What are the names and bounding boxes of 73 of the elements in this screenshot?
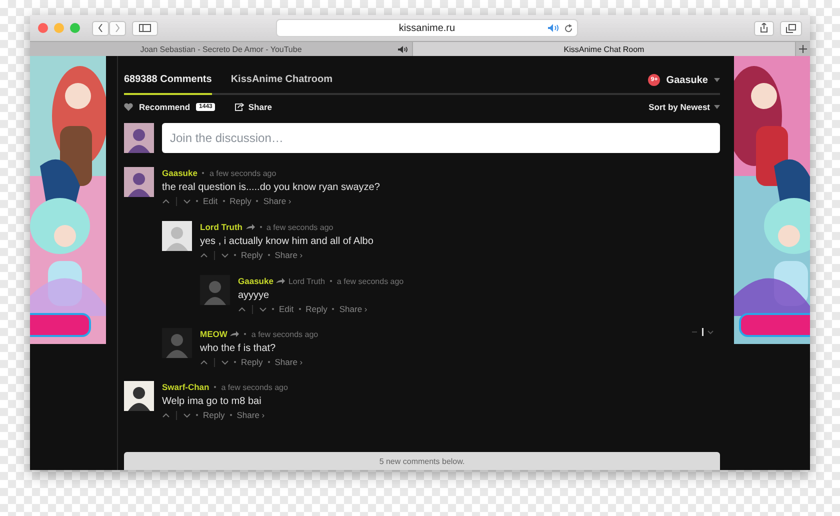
timestamp[interactable]: a few seconds ago [266, 222, 334, 232]
avatar [124, 381, 154, 411]
timestamp[interactable]: a few seconds ago [209, 168, 276, 178]
avatar [162, 328, 192, 358]
comment-action-link[interactable]: Reply [306, 304, 328, 314]
sidebar-icon [139, 24, 151, 32]
comment-action-link[interactable]: Share › [236, 410, 265, 420]
comment-action-link[interactable]: Share › [339, 304, 368, 314]
comments-tab[interactable]: KissAnime Chatroom [230, 74, 333, 95]
share-icon [760, 23, 768, 33]
new-tab-button[interactable] [796, 42, 810, 56]
comment-action-link[interactable]: Share › [263, 196, 292, 206]
collapse-icon[interactable] [692, 328, 714, 336]
comment-action-link[interactable]: Reply [203, 410, 225, 420]
downvote-icon[interactable] [221, 360, 229, 364]
comment-text: the real question is.....do you know ryan swayze? [162, 182, 381, 193]
timestamp[interactable]: a few seconds ago [336, 276, 404, 286]
tabs-button[interactable] [780, 20, 802, 36]
sidebar-button[interactable] [132, 20, 158, 36]
user-name[interactable]: Gaasuke [666, 74, 708, 86]
share-link[interactable]: Share [248, 102, 272, 112]
reload-icon[interactable] [564, 24, 573, 32]
author-name[interactable]: Swarf-Chan [162, 382, 210, 392]
comment-action-link[interactable]: Reply [241, 357, 263, 367]
timestamp[interactable]: a few seconds ago [251, 330, 318, 338]
browser-tab[interactable]: KissAnime Chat Room [413, 42, 796, 56]
avatar [124, 123, 154, 153]
avatar [200, 275, 230, 305]
caret-icon [714, 78, 720, 82]
comment-field[interactable]: Join the discussion… [162, 123, 720, 153]
comment-action-link[interactable]: Reply [230, 196, 252, 206]
new-comments-bar[interactable]: 5 new comments below. [124, 452, 720, 470]
author-name[interactable]: Gaasuke [162, 168, 198, 178]
chevron-left-icon [98, 24, 103, 32]
back-button[interactable] [92, 20, 109, 36]
downvote-icon[interactable] [259, 306, 267, 312]
comment-text: who the f is that? [200, 343, 277, 354]
heart-icon [124, 103, 133, 111]
downvote-icon[interactable] [221, 252, 229, 258]
speaker-icon[interactable] [398, 46, 408, 52]
comment-text: yes , i actually know him and all of Albo [200, 236, 374, 247]
tabs-icon [786, 24, 796, 32]
timestamp[interactable]: a few seconds ago [221, 382, 288, 392]
comment-action-link[interactable]: Reply [241, 250, 263, 260]
upvote-icon[interactable] [162, 198, 170, 204]
close-button[interactable] [38, 23, 48, 33]
caret-icon [714, 105, 720, 109]
comment-text: Welp ima go to m8 bai [162, 396, 262, 407]
author-name[interactable]: MEOW [200, 329, 228, 339]
upvote-icon[interactable] [238, 306, 246, 312]
avatar [124, 167, 154, 197]
comment-action-link[interactable]: Share › [274, 250, 303, 260]
comment-action-link[interactable]: Share › [274, 357, 303, 367]
upvote-icon[interactable] [200, 252, 208, 258]
chevron-right-icon [115, 24, 120, 32]
recommend-button[interactable]: Recommend [139, 102, 190, 112]
sort-dropdown[interactable]: Sort by Newest [648, 102, 710, 112]
comment-action-link[interactable]: Edit [279, 304, 294, 314]
upvote-icon[interactable] [200, 360, 208, 364]
reply-to-name[interactable]: Lord Truth [288, 276, 325, 286]
avatar [162, 221, 192, 251]
address-bar[interactable]: kissanime.ru [276, 19, 578, 37]
author-name[interactable]: Gaasuke [238, 276, 274, 286]
share-icon [235, 103, 244, 111]
author-name[interactable]: Lord Truth [200, 222, 242, 232]
upvote-icon[interactable] [162, 412, 170, 418]
comments-tab[interactable]: 689388 Comments [124, 74, 212, 95]
downvote-icon[interactable] [183, 198, 191, 204]
comment-action-link[interactable]: Edit [203, 196, 218, 206]
downvote-icon[interactable] [183, 412, 191, 418]
speaker-icon[interactable] [548, 24, 559, 32]
share-button[interactable] [754, 20, 774, 36]
comment-text: ayyyye [238, 290, 270, 301]
